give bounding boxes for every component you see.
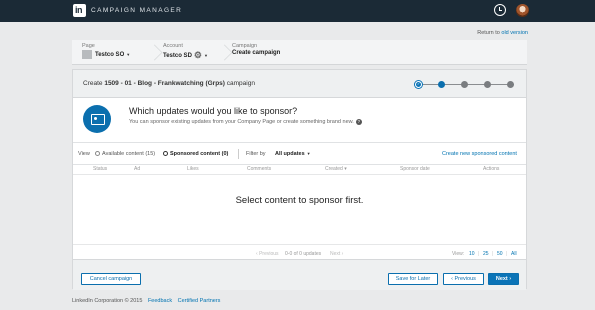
breadcrumb-separator xyxy=(222,40,232,65)
certified-partners-link[interactable]: Certified Partners xyxy=(178,298,221,304)
title-prefix: Create xyxy=(83,80,103,87)
next-button-label: Next xyxy=(495,276,508,282)
available-content-label: Available content (15) xyxy=(102,151,156,157)
step-2-current xyxy=(438,81,445,88)
pagination: ‹ Previous 0-0 of 0 updates Next › View:… xyxy=(73,244,526,260)
help-icon[interactable]: ? xyxy=(355,119,362,125)
filter-value: All updates xyxy=(275,151,305,157)
pager-next[interactable]: Next › xyxy=(330,251,343,257)
title-suffix: campaign xyxy=(226,80,255,87)
pager-previous-label: Previous xyxy=(259,251,279,257)
chevron-left-icon: ‹ xyxy=(451,276,453,282)
return-to-old-version: Return to old version xyxy=(477,30,528,36)
image-icon xyxy=(83,105,111,133)
column-actions: Actions xyxy=(483,166,500,172)
linkedin-logo[interactable]: in xyxy=(73,4,86,17)
pager-previous[interactable]: ‹ Previous xyxy=(256,251,279,257)
empty-state-message: Select content to sponsor first. xyxy=(235,195,364,206)
pager-next-label: Next xyxy=(330,251,341,257)
chevron-right-icon: › xyxy=(341,251,344,257)
footer: LinkedIn Corporation © 2015 Feedback Cer… xyxy=(72,298,220,304)
column-sponsor-date: Sponsor date xyxy=(400,166,430,172)
sponsor-subtitle: You can sponsor existing updates from yo… xyxy=(129,119,362,125)
chevron-down-icon: ▼ xyxy=(203,53,208,58)
chevron-down-icon: ▼ xyxy=(126,52,131,58)
column-likes: Likes xyxy=(187,166,199,172)
radio-selected-icon xyxy=(163,151,168,156)
return-text: Return to xyxy=(477,30,500,36)
available-content-radio[interactable]: Available content (15) xyxy=(95,151,155,157)
feedback-link[interactable]: Feedback xyxy=(148,298,172,304)
page-value: Testco SO xyxy=(95,52,125,59)
chevron-down-icon: ▼ xyxy=(306,151,311,156)
breadcrumb-campaign: Campaign Create campaign xyxy=(232,43,280,56)
divider xyxy=(238,149,239,159)
next-button[interactable]: Next › xyxy=(488,273,519,285)
divider: | xyxy=(492,251,494,257)
account-label: Account xyxy=(163,43,183,49)
breadcrumb-account[interactable]: Account Testco SD ⚙ ▼ xyxy=(163,43,208,61)
table-header: Status Ad Likes Comments Created ▾ Spons… xyxy=(73,165,526,175)
create-campaign-panel: Create 1509 - 01 - Blog - Frankwatching … xyxy=(72,69,527,290)
chevron-left-icon: ‹ xyxy=(256,251,258,257)
action-bar: Cancel campaign Save for Later ‹ Previou… xyxy=(73,259,526,290)
gear-icon[interactable]: ⚙ xyxy=(194,50,202,60)
breadcrumb-separator xyxy=(152,40,162,65)
step-progress xyxy=(415,81,514,88)
breadcrumb-page[interactable]: Page Testco SO ▼ xyxy=(82,43,130,59)
clock-icon[interactable] xyxy=(494,4,506,16)
page-thumbnail-icon xyxy=(82,50,92,59)
pager-range: 0-0 of 0 updates xyxy=(285,251,322,257)
breadcrumb: Page Testco SO ▼ Account Testco SD ⚙ ▼ Camp… xyxy=(72,40,527,65)
cancel-campaign-button[interactable]: Cancel campaign xyxy=(81,273,141,285)
page-size-50[interactable]: 50 xyxy=(497,251,503,257)
sponsored-content-label: Sponsored content (0) xyxy=(170,151,229,157)
top-navigation-bar: in CAMPAIGN MANAGER xyxy=(0,0,595,22)
save-for-later-button[interactable]: Save for Later xyxy=(388,273,438,285)
campaign-value: Create campaign xyxy=(232,50,281,56)
panel-header: Create 1509 - 01 - Blog - Frankwatching … xyxy=(73,70,526,98)
column-status: Status xyxy=(93,166,108,172)
previous-button-label: Previous xyxy=(454,276,476,282)
column-comments: Comments xyxy=(247,166,272,172)
sponsor-question: Which updates would you like to sponsor?… xyxy=(73,98,526,143)
step-4 xyxy=(484,81,491,88)
filter-by-label: Filter by xyxy=(246,151,266,157)
page-size-10[interactable]: 10 xyxy=(469,251,475,257)
column-created-label: Created xyxy=(325,166,343,172)
campaign-name: 1509 - 01 - Blog - Frankwatching (Grps) xyxy=(104,80,225,87)
account-selector[interactable]: Testco SD ⚙ ▼ xyxy=(163,50,208,61)
step-3 xyxy=(461,81,468,88)
column-created[interactable]: Created ▾ xyxy=(325,166,347,172)
view-label: View xyxy=(78,151,90,157)
radio-icon xyxy=(95,151,100,156)
page-size-all[interactable]: All xyxy=(511,251,517,257)
divider: | xyxy=(506,251,508,257)
sort-down-icon: ▾ xyxy=(344,166,347,172)
campaign-label: Campaign xyxy=(232,43,258,49)
page-size-25[interactable]: 25 xyxy=(483,251,489,257)
page-size-label: View: xyxy=(452,251,465,257)
account-value: Testco SD xyxy=(163,53,192,59)
previous-button[interactable]: ‹ Previous xyxy=(443,273,484,285)
page-selector[interactable]: Testco SO ▼ xyxy=(82,50,130,59)
chevron-right-icon: › xyxy=(509,276,512,282)
app-title: CAMPAIGN MANAGER xyxy=(91,7,183,14)
step-1-complete[interactable] xyxy=(415,81,422,88)
filter-dropdown[interactable]: All updates ▼ xyxy=(275,151,311,157)
create-sponsored-content-link[interactable]: Create new sponsored content xyxy=(442,151,517,157)
logo-text: in xyxy=(75,5,83,15)
copyright-text: LinkedIn Corporation © 2015 xyxy=(72,298,143,304)
avatar[interactable] xyxy=(516,4,529,17)
page-title: Create 1509 - 01 - Blog - Frankwatching … xyxy=(83,80,255,87)
divider: | xyxy=(478,251,480,257)
step-5 xyxy=(507,81,514,88)
content-filters: View Available content (15) Sponsored co… xyxy=(73,143,526,165)
old-version-link[interactable]: old version xyxy=(501,30,528,36)
sponsored-content-radio[interactable]: Sponsored content (0) xyxy=(163,151,228,157)
page-label: Page xyxy=(82,43,95,49)
sponsor-title: Which updates would you like to sponsor? xyxy=(129,106,298,116)
sponsor-subtitle-text: You can sponsor existing updates from yo… xyxy=(129,119,354,125)
column-ad: Ad xyxy=(134,166,141,172)
